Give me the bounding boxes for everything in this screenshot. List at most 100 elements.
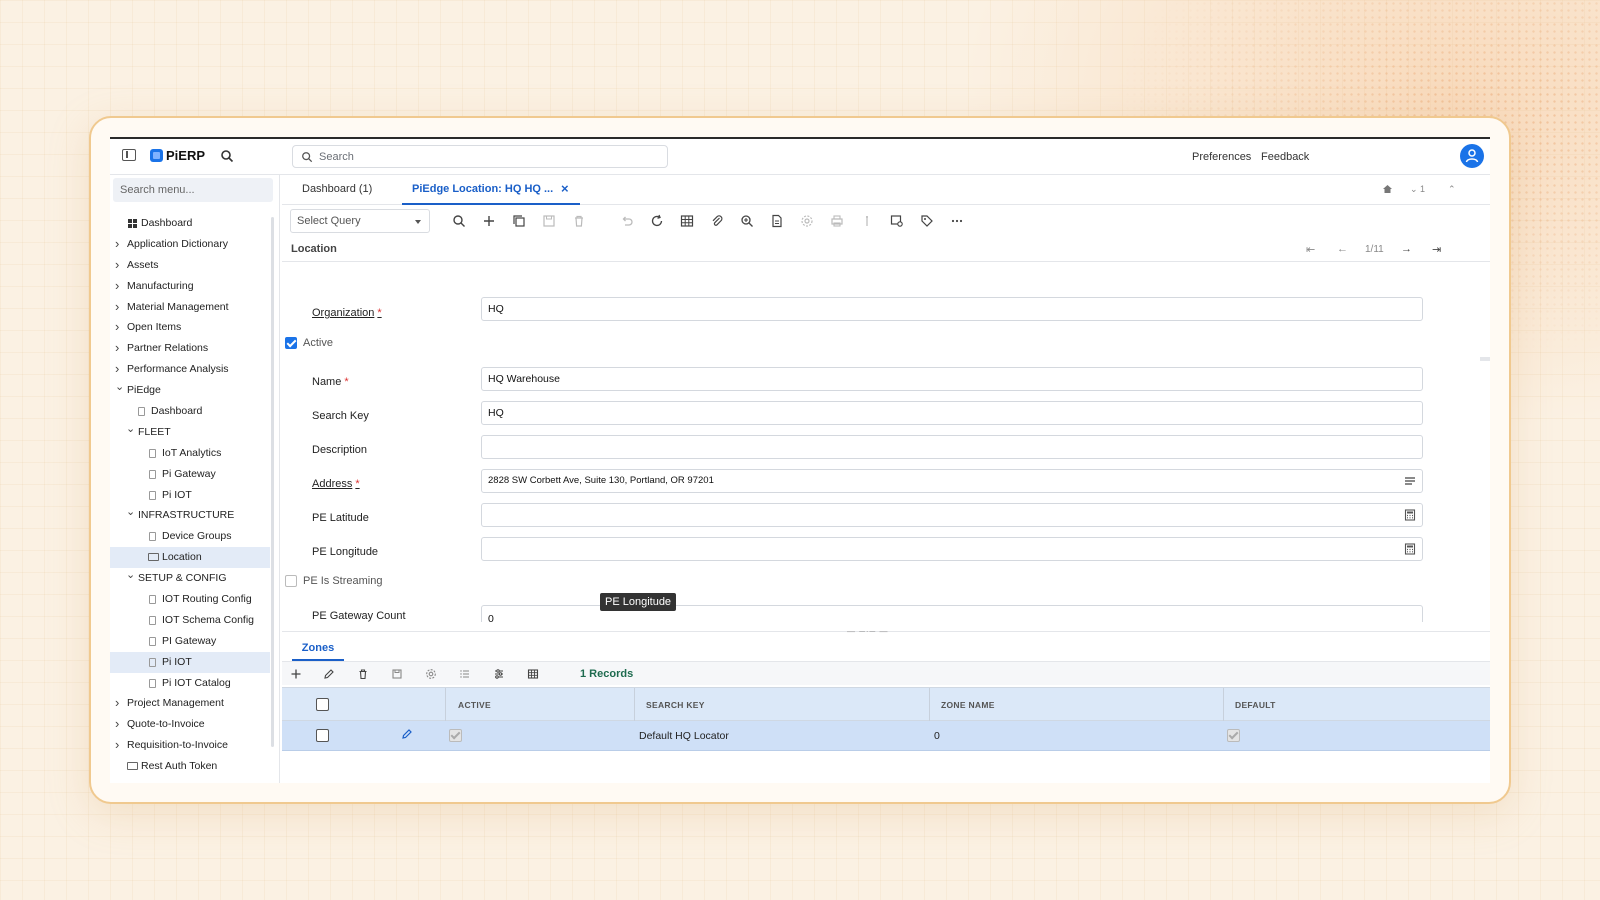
sidebar-item[interactable]: ⌄ SETUP & CONFIG (110, 568, 270, 589)
sidebar-item[interactable]: › Material Management (110, 297, 270, 318)
sidebar-toggle-icon[interactable] (122, 149, 136, 161)
chevron-right-icon: › (115, 340, 120, 356)
sidebar-item-label: Manufacturing (127, 279, 194, 292)
sidebar-item[interactable]: IOT Routing Config (110, 589, 270, 610)
sidebar-item[interactable]: Pi IOT Catalog (110, 673, 270, 694)
attachment-icon[interactable] (710, 214, 724, 228)
sidebar-item[interactable]: Dashboard (110, 213, 270, 234)
new-record-icon[interactable] (482, 214, 496, 228)
sidebar-item[interactable]: PI Gateway (110, 631, 270, 652)
settings-gear-icon[interactable] (425, 668, 437, 680)
name-field[interactable]: HQ Warehouse (481, 367, 1423, 391)
sidebar-item[interactable]: › Application Dictionary (110, 234, 270, 255)
sidebar-item[interactable]: › Partner Relations (110, 338, 270, 359)
select-query-dropdown[interactable]: Select Query (290, 209, 430, 233)
sidebar-item-label: Rest Auth Token (141, 760, 218, 773)
column-header-search-key[interactable]: SEARCH KEY (646, 700, 705, 710)
tab-zones[interactable]: Zones (292, 642, 344, 654)
first-record-icon[interactable]: ⇤ (1306, 243, 1315, 256)
sidebar-item[interactable]: › Project Management (110, 693, 270, 714)
calculator-icon[interactable] (1404, 509, 1416, 521)
grid-toggle-icon[interactable] (680, 214, 694, 228)
history-icon[interactable] (890, 214, 904, 228)
tab-piedge-location[interactable]: PiEdge Location: HQ HQ ... (412, 183, 553, 195)
sidebar-item[interactable]: ⌄ INFRASTRUCTURE (110, 505, 270, 526)
record-count: 1 Records (580, 668, 634, 680)
search-key-field[interactable]: HQ (481, 401, 1423, 425)
window-count-dropdown[interactable]: ⌄ 1 (1410, 184, 1425, 195)
sidebar-item[interactable]: › Quote-to-Invoice (110, 714, 270, 735)
sidebar-item[interactable]: Pi IOT (110, 651, 270, 673)
filter-icon[interactable] (493, 668, 505, 680)
print-icon[interactable] (830, 214, 844, 228)
address-detail-icon[interactable] (1404, 475, 1416, 487)
delete-icon[interactable] (572, 214, 586, 228)
sidebar-item[interactable]: IoT Analytics (110, 443, 270, 464)
close-tab-icon[interactable]: × (561, 181, 569, 196)
chevron-down-icon: ⌄ (126, 506, 136, 519)
sidebar-item[interactable]: Pi Gateway (110, 464, 270, 485)
organization-field[interactable]: HQ (481, 297, 1423, 321)
menu-search-input[interactable] (113, 178, 273, 202)
undo-icon[interactable] (620, 214, 634, 228)
edit-row-icon[interactable] (401, 728, 413, 743)
app-logo[interactable]: PiERP (150, 148, 205, 163)
select-all-checkbox[interactable] (316, 698, 329, 711)
row-select-checkbox[interactable] (316, 729, 329, 742)
chevron-right-icon: › (115, 319, 120, 335)
calculator-icon[interactable] (1404, 543, 1416, 555)
feedback-link[interactable]: Feedback (1261, 151, 1309, 163)
user-avatar[interactable] (1460, 144, 1484, 168)
save-icon[interactable] (542, 214, 556, 228)
sidebar-item[interactable]: IOT Schema Config (110, 610, 270, 631)
column-header-default[interactable]: DEFAULT (1235, 700, 1276, 710)
global-search-input[interactable] (319, 149, 659, 165)
document-icon (149, 678, 156, 688)
chat-icon[interactable] (860, 214, 874, 228)
add-row-icon[interactable] (290, 668, 302, 680)
home-icon[interactable] (1382, 184, 1393, 196)
process-gear-icon[interactable] (800, 214, 814, 228)
delete-row-icon[interactable] (357, 668, 369, 680)
latitude-field[interactable] (481, 503, 1423, 527)
table-row[interactable]: Default HQ Locator 0 (282, 721, 1490, 751)
sidebar-scrollbar[interactable] (271, 217, 274, 747)
more-options-icon[interactable] (950, 214, 964, 228)
description-field[interactable] (481, 435, 1423, 459)
preferences-link[interactable]: Preferences (1192, 151, 1251, 163)
find-icon[interactable] (452, 214, 466, 228)
sidebar-item[interactable]: Device Groups (110, 526, 270, 547)
sidebar-item[interactable]: › Assets (110, 255, 270, 276)
sidebar-item[interactable]: › Requisition-to-Invoice (110, 735, 270, 756)
previous-record-icon[interactable]: ← (1337, 243, 1348, 255)
column-header-active[interactable]: ACTIVE (458, 700, 491, 710)
list-icon[interactable] (459, 668, 471, 680)
address-field[interactable]: 2828 SW Corbett Ave, Suite 130, Portland… (481, 469, 1423, 493)
save-row-icon[interactable] (391, 668, 403, 680)
collapse-up-icon[interactable]: ⌃ (1448, 184, 1456, 195)
grid-icon (128, 219, 137, 228)
form-scrollbar[interactable] (1480, 357, 1490, 361)
sidebar-item[interactable]: › Open Items (110, 317, 270, 338)
sidebar-item[interactable]: › Performance Analysis (110, 359, 270, 380)
report-icon[interactable] (770, 214, 784, 228)
sidebar-item[interactable]: ⌄ PiEdge (110, 380, 270, 401)
active-checkbox[interactable] (285, 337, 297, 349)
last-record-icon[interactable]: ⇥ (1432, 243, 1441, 256)
tab-dashboard[interactable]: Dashboard (1) (302, 183, 372, 195)
detail-toolbar: 1 Records (282, 661, 1490, 685)
search-icon[interactable] (220, 149, 234, 163)
sidebar-item[interactable]: ⌄ FLEET (110, 422, 270, 443)
label-tag-icon[interactable] (920, 214, 934, 228)
streaming-checkbox[interactable] (285, 575, 297, 587)
grid-view-icon[interactable] (527, 668, 539, 680)
column-header-zone-name[interactable]: ZONE NAME (941, 700, 995, 710)
copy-record-icon[interactable] (512, 214, 526, 228)
next-record-icon[interactable]: → (1401, 243, 1412, 255)
sidebar-item[interactable]: › Manufacturing (110, 276, 270, 297)
zoom-icon[interactable] (740, 214, 754, 228)
sidebar-item[interactable]: Rest Auth Token (110, 756, 270, 777)
edit-icon[interactable] (323, 668, 335, 680)
refresh-icon[interactable] (650, 214, 664, 228)
longitude-field[interactable] (481, 537, 1423, 561)
